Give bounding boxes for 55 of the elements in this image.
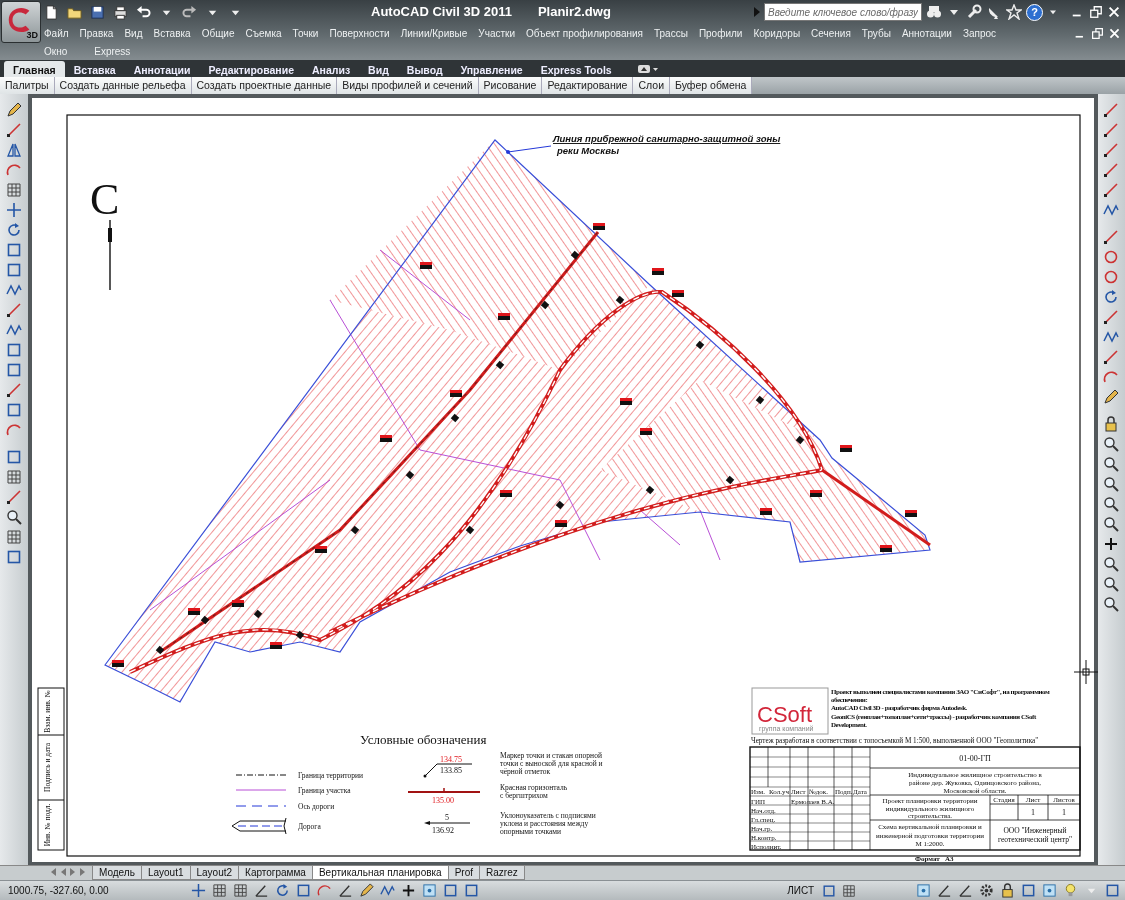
- drawing-code: 01-00-ГП: [958, 754, 991, 763]
- menu-item[interactable]: Съемка: [245, 25, 282, 41]
- company-logo-text: CSoft: [756, 702, 812, 727]
- contour-elevation-value: 135.00: [431, 796, 454, 805]
- application-menu-button[interactable]: 3D: [1, 1, 41, 43]
- slope-value: 5: [444, 813, 449, 822]
- layout-tab[interactable]: Вертикальная планировка: [311, 866, 449, 880]
- distance-value: 136.92: [431, 826, 454, 835]
- menu-item[interactable]: Коридоры: [753, 25, 801, 41]
- search-field[interactable]: Введите ключевое слово/фразу: [764, 3, 922, 21]
- menu-item[interactable]: Правка: [79, 25, 114, 41]
- ribbon-tab[interactable]: Управление: [451, 61, 532, 77]
- window-title: AutoCAD Civil 3D 2011: [371, 3, 512, 22]
- menu-item[interactable]: Профили: [698, 25, 743, 41]
- ribbon-tab[interactable]: Анализ: [303, 61, 360, 77]
- sheet-number: 1: [1030, 808, 1035, 817]
- ribbon-tab[interactable]: Редактирование: [199, 61, 303, 77]
- menu-item[interactable]: Трубы: [861, 25, 891, 41]
- menu-item[interactable]: Вставка: [153, 25, 191, 41]
- ribbon-tab[interactable]: Вывод: [397, 61, 452, 77]
- north-label: С: [89, 175, 119, 224]
- file-name: Planir2.dwg: [537, 3, 611, 22]
- menu-item[interactable]: Точки: [292, 25, 319, 41]
- ribbon-tab[interactable]: Аннотации: [124, 61, 200, 77]
- menu-item[interactable]: Общие: [201, 25, 235, 41]
- layout-space-toggle[interactable]: ЛИСТ: [784, 883, 817, 898]
- menu-item[interactable]: Объект профилирования: [526, 25, 643, 41]
- design-elevation-value: 134.75: [439, 755, 462, 764]
- menu-item[interactable]: Сечения: [811, 25, 851, 41]
- ribbon-tab[interactable]: Вставка: [64, 61, 125, 77]
- ribbon-tab[interactable]: Вид: [359, 61, 398, 77]
- layout-tab[interactable]: Картограмма: [238, 866, 313, 880]
- layout-tab[interactable]: Layout1: [140, 866, 191, 880]
- ribbon-tab[interactable]: Express Tools: [531, 61, 621, 77]
- menu-item[interactable]: Поверхности: [329, 25, 390, 41]
- menu-item[interactable]: Окно: [44, 43, 68, 59]
- menu-item[interactable]: Запрос: [962, 25, 997, 41]
- coordinates-readout: 1000.75, -327.60, 0.00: [7, 884, 110, 898]
- annotation-text: Линия прибрежной санитарно-защитной зоны реки Москвы: [552, 133, 780, 156]
- layout-tab[interactable]: Модель: [92, 866, 142, 880]
- menu-item[interactable]: Вид: [124, 25, 143, 41]
- ribbon-tab[interactable]: Главная: [4, 61, 65, 77]
- layout-tab[interactable]: Razrez: [479, 866, 525, 880]
- sheet-count: 1: [1061, 808, 1066, 817]
- menu-item[interactable]: Трассы: [654, 25, 688, 41]
- menu-item[interactable]: Линии/Кривые: [400, 25, 468, 41]
- app-edition-label: 3D: [26, 28, 38, 42]
- menu-item[interactable]: Участки: [478, 25, 515, 41]
- menu-item[interactable]: Аннотации: [901, 25, 952, 41]
- legend-title: Условные обозначения: [359, 732, 486, 747]
- layout-tab[interactable]: Layout2: [189, 866, 240, 880]
- existing-elevation-value: 133.85: [439, 766, 462, 775]
- menu-item[interactable]: Файл: [44, 25, 69, 41]
- help-button[interactable]: ?: [1026, 3, 1043, 21]
- menu-item[interactable]: Express: [94, 43, 131, 59]
